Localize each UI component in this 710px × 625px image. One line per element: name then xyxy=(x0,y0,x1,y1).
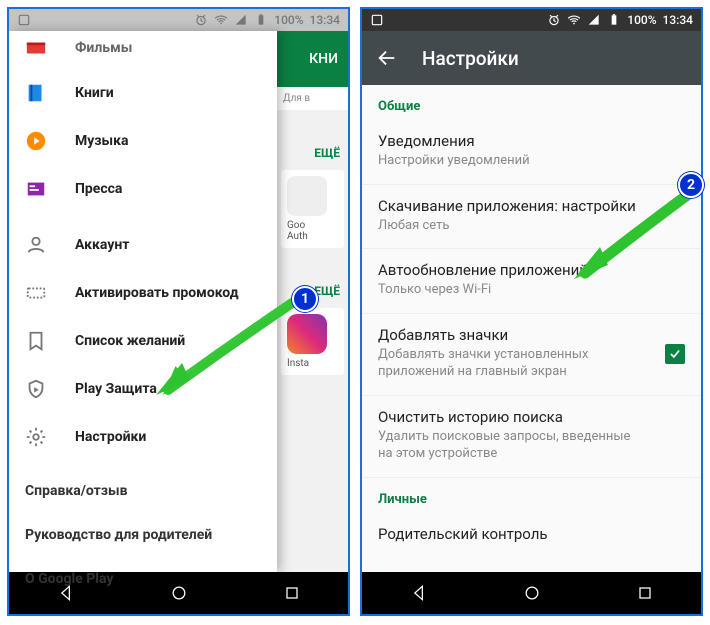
drawer-item-label: Музыка xyxy=(75,133,128,149)
setting-notifications[interactable]: Уведомления Настройки уведомлений xyxy=(362,120,701,184)
subheader: Для в xyxy=(277,87,348,110)
settings-list: Общие Уведомления Настройки уведомлений … xyxy=(362,85,701,572)
page-title: Настройки xyxy=(422,47,519,70)
alarm-icon xyxy=(194,13,208,27)
drawer-item-music[interactable]: Музыка xyxy=(9,117,277,165)
setting-download-pref[interactable]: Скачивание приложения: настройки Любая с… xyxy=(362,185,701,249)
setting-title: Очистить историю поиска xyxy=(378,408,685,426)
drawer-item-films[interactable]: Фильмы xyxy=(9,31,277,69)
drawer-item-protect[interactable]: Play Защита xyxy=(9,365,277,413)
drawer-item-about[interactable]: О Google Play xyxy=(9,557,277,601)
battery-percent: 100% xyxy=(627,13,656,27)
phone-right: 100% 13:34 Настройки Общие Уведомления Н… xyxy=(360,7,703,616)
setting-title: Уведомления xyxy=(378,132,685,150)
films-icon xyxy=(25,37,47,59)
promo-icon xyxy=(25,282,47,304)
tab-strip: КНИ xyxy=(277,31,348,87)
checkbox-checked[interactable] xyxy=(665,344,685,364)
setting-parental[interactable]: Родительский контроль xyxy=(362,513,701,549)
drawer-item-press[interactable]: Пресса xyxy=(9,165,277,213)
setting-subtitle: Только через Wi-Fi xyxy=(378,281,685,299)
drawer-item-label: Фильмы xyxy=(75,40,132,56)
drawer-item-settings[interactable]: Настройки xyxy=(9,413,277,461)
drawer-item-label: Книги xyxy=(75,85,114,101)
annotation-marker-2: 2 xyxy=(678,172,704,198)
section-header-general: Общие xyxy=(362,85,701,120)
shield-icon xyxy=(25,378,47,400)
setting-title: Скачивание приложения: настройки xyxy=(378,197,685,215)
android-navbar xyxy=(362,572,701,614)
setting-subtitle: Любая сеть xyxy=(378,217,685,235)
setting-title: Родительский контроль xyxy=(378,525,685,543)
drawer-item-books[interactable]: Книги xyxy=(9,69,277,117)
drawer-item-label: Настройки xyxy=(75,429,146,445)
recents-button[interactable] xyxy=(635,583,655,603)
setting-title: Добавлять значки xyxy=(378,326,685,344)
setting-add-icons[interactable]: Добавлять значки Добавлять значки устано… xyxy=(362,314,701,395)
app-tile[interactable]: Insta xyxy=(281,308,344,375)
battery-icon xyxy=(607,13,621,27)
books-icon xyxy=(25,82,47,104)
annotation-marker-1: 1 xyxy=(292,286,318,312)
setting-subtitle: Удалить поисковые запросы, введенные на … xyxy=(378,428,685,463)
status-bar: 100% 13:34 xyxy=(362,9,701,31)
press-icon xyxy=(25,178,47,200)
more-link[interactable]: ЕЩЁ xyxy=(277,140,348,166)
drawer-item-label: Список желаний xyxy=(75,333,185,349)
navigation-drawer: Фильмы Книги Музыка Пресса Аккаунт Актив… xyxy=(9,31,277,572)
drawer-item-promo[interactable]: Активировать промокод xyxy=(9,269,277,317)
battery-percent: 100% xyxy=(274,13,303,27)
phone-left: 100% 13:34 КНИ Для в ЕЩЁ Goo Auth ЕЩЁ In… xyxy=(7,7,350,616)
setting-subtitle: Настройки уведомлений xyxy=(378,152,685,170)
drawer-item-label: Play Защита xyxy=(75,381,157,397)
setting-autoupdate[interactable]: Автообновление приложений Только через W… xyxy=(362,249,701,313)
back-button[interactable] xyxy=(409,583,429,603)
signal-icon xyxy=(234,13,248,27)
setting-subtitle: Добавлять значки установленных приложени… xyxy=(378,346,685,381)
wishlist-icon xyxy=(25,330,47,352)
status-bar: 100% 13:34 xyxy=(9,9,348,31)
section-header-personal: Личные xyxy=(362,478,701,513)
setting-clear-history[interactable]: Очистить историю поиска Удалить поисковы… xyxy=(362,396,701,477)
drawer-item-wishlist[interactable]: Список желаний xyxy=(9,317,277,365)
drawer-item-label: Аккаунт xyxy=(75,237,129,253)
back-arrow-icon[interactable] xyxy=(376,47,398,69)
screenshot-icon xyxy=(17,13,31,27)
drawer-item-label: Активировать промокод xyxy=(75,285,239,301)
recents-button[interactable] xyxy=(282,583,302,603)
drawer-item-account[interactable]: Аккаунт xyxy=(9,221,277,269)
signal-icon xyxy=(587,13,601,27)
alarm-icon xyxy=(547,13,561,27)
setting-title: Автообновление приложений xyxy=(378,261,685,279)
home-button[interactable] xyxy=(522,583,542,603)
app-tile[interactable]: Goo Auth xyxy=(281,170,344,248)
battery-icon xyxy=(254,13,268,27)
drawer-item-parents[interactable]: Руководство для родителей xyxy=(9,513,277,557)
screenshot-icon xyxy=(370,13,384,27)
drawer-item-label: Пресса xyxy=(75,181,122,197)
gear-icon xyxy=(25,426,47,448)
music-icon xyxy=(25,130,47,152)
wifi-icon xyxy=(214,13,228,27)
account-icon xyxy=(25,234,47,256)
drawer-item-help[interactable]: Справка/отзыв xyxy=(9,469,277,513)
app-bar: Настройки xyxy=(362,31,701,85)
wifi-icon xyxy=(567,13,581,27)
clock: 13:34 xyxy=(663,13,693,27)
clock: 13:34 xyxy=(310,13,340,27)
